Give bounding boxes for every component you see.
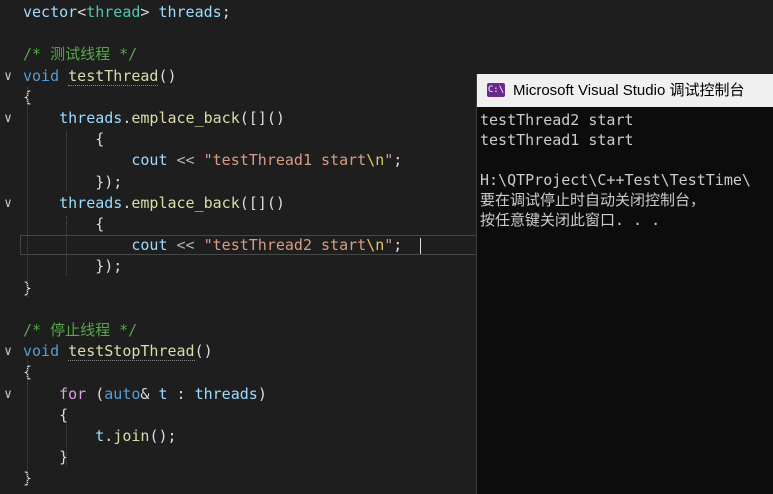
console-output: testThread2 start testThread1 start H:\Q… bbox=[480, 110, 773, 230]
code-token: " bbox=[384, 236, 394, 255]
code-token: ([]() bbox=[239, 109, 285, 127]
console-line: testThread2 start bbox=[480, 111, 634, 129]
code-token: ( bbox=[86, 384, 105, 403]
code-token: ([]() bbox=[239, 193, 285, 212]
console-title-bar[interactable]: C:\ Microsoft Visual Studio 调试控制台 bbox=[477, 74, 773, 107]
code-token: ) bbox=[257, 384, 267, 403]
code-token: threads bbox=[59, 193, 123, 212]
code-text: }); bbox=[23, 256, 122, 277]
code-token: vector bbox=[23, 3, 78, 21]
code-text: threads.emplace_back([]() bbox=[23, 193, 285, 214]
console-title: Microsoft Visual Studio 调试控制台 bbox=[513, 82, 745, 99]
code-token: ; bbox=[221, 3, 231, 21]
code-text: vector<thread> threads; bbox=[23, 2, 231, 23]
code-token: testThread bbox=[68, 66, 159, 86]
code-text: void testStopThread() bbox=[23, 341, 213, 362]
code-token: " bbox=[384, 151, 394, 170]
code-token: /* 停止线程 */ bbox=[23, 321, 138, 339]
code-token: > bbox=[140, 3, 159, 21]
code-token: threads bbox=[158, 3, 222, 21]
console-line: 要在调试停止时自动关闭控制台， bbox=[480, 191, 706, 209]
code-token: { bbox=[23, 215, 105, 233]
code-token: thread bbox=[86, 3, 141, 21]
code-text: cout << "testThread2 start\n"; bbox=[23, 235, 402, 256]
fold-toggle-icon[interactable]: ∨ bbox=[1, 66, 15, 87]
code-token: cout bbox=[131, 236, 168, 255]
code-token: t bbox=[158, 384, 168, 403]
console-line: 按任意键关闭此窗口. . . bbox=[480, 211, 661, 229]
fold-toggle-icon[interactable]: ∨ bbox=[1, 108, 15, 129]
code-token: void bbox=[23, 342, 60, 361]
code-token: threads bbox=[194, 384, 258, 403]
code-text: t.join(); bbox=[23, 426, 177, 447]
code-token: << bbox=[167, 151, 204, 170]
code-token: { bbox=[23, 405, 69, 424]
code-text: /* 停止线程 */ bbox=[23, 320, 137, 341]
code-token: & bbox=[140, 384, 159, 403]
code-token: \n bbox=[366, 151, 385, 170]
code-text: threads.emplace_back([]() bbox=[23, 108, 285, 129]
console-line: H:\QTProject\C++Test\TestTime\ bbox=[480, 171, 751, 189]
code-token: threads bbox=[59, 109, 123, 127]
text-cursor bbox=[420, 238, 421, 254]
code-token: ; bbox=[393, 236, 403, 255]
code-token: "testThread1 start bbox=[203, 151, 367, 170]
code-token: testStopThread bbox=[68, 342, 195, 362]
code-token: }); bbox=[23, 257, 123, 276]
console-app-icon: C:\ bbox=[487, 83, 505, 97]
code-token: void bbox=[23, 66, 60, 85]
code-token: "testThread2 start bbox=[203, 236, 367, 255]
code-token: << bbox=[167, 236, 204, 255]
code-token: }); bbox=[23, 172, 123, 191]
code-text: { bbox=[23, 405, 68, 426]
code-text: { bbox=[23, 214, 104, 235]
code-token: () bbox=[158, 66, 177, 85]
code-token: . bbox=[104, 427, 114, 445]
code-token: /* 测试线程 */ bbox=[23, 45, 138, 64]
code-token: cout bbox=[131, 151, 168, 170]
code-token: emplace_back bbox=[131, 193, 240, 212]
code-text: { bbox=[23, 129, 104, 150]
indent-guide bbox=[66, 216, 67, 276]
fold-toggle-icon[interactable]: ∨ bbox=[1, 384, 15, 405]
code-token: join bbox=[113, 427, 150, 445]
code-text: }); bbox=[23, 172, 122, 193]
code-token: { bbox=[23, 130, 105, 149]
indent-guide bbox=[66, 131, 67, 192]
code-text: for (auto& t : threads) bbox=[23, 384, 267, 405]
code-token: : bbox=[167, 384, 195, 403]
fold-toggle-icon[interactable]: ∨ bbox=[1, 193, 15, 214]
code-token: auto bbox=[104, 384, 141, 403]
code-text: cout << "testThread1 start\n"; bbox=[23, 150, 402, 171]
code-token: for bbox=[59, 384, 87, 403]
code-token: () bbox=[194, 342, 213, 361]
fold-toggle-icon[interactable]: ∨ bbox=[1, 341, 15, 362]
indent-guide bbox=[27, 87, 28, 297]
indent-guide bbox=[66, 425, 67, 466]
indent-guide bbox=[27, 361, 28, 486]
code-token: emplace_back bbox=[131, 109, 240, 127]
code-text: /* 测试线程 */ bbox=[23, 44, 137, 65]
console-line: testThread1 start bbox=[480, 131, 634, 149]
code-token: (); bbox=[149, 427, 177, 445]
code-text: void testThread() bbox=[23, 66, 177, 87]
code-token: \n bbox=[366, 236, 385, 255]
code-token: ; bbox=[393, 151, 403, 170]
code-text: } bbox=[23, 447, 68, 468]
code-token: t bbox=[95, 427, 105, 445]
code-token: < bbox=[77, 3, 87, 21]
code-token: } bbox=[23, 448, 69, 467]
debug-console-window[interactable]: C:\ Microsoft Visual Studio 调试控制台 testTh… bbox=[476, 74, 773, 494]
